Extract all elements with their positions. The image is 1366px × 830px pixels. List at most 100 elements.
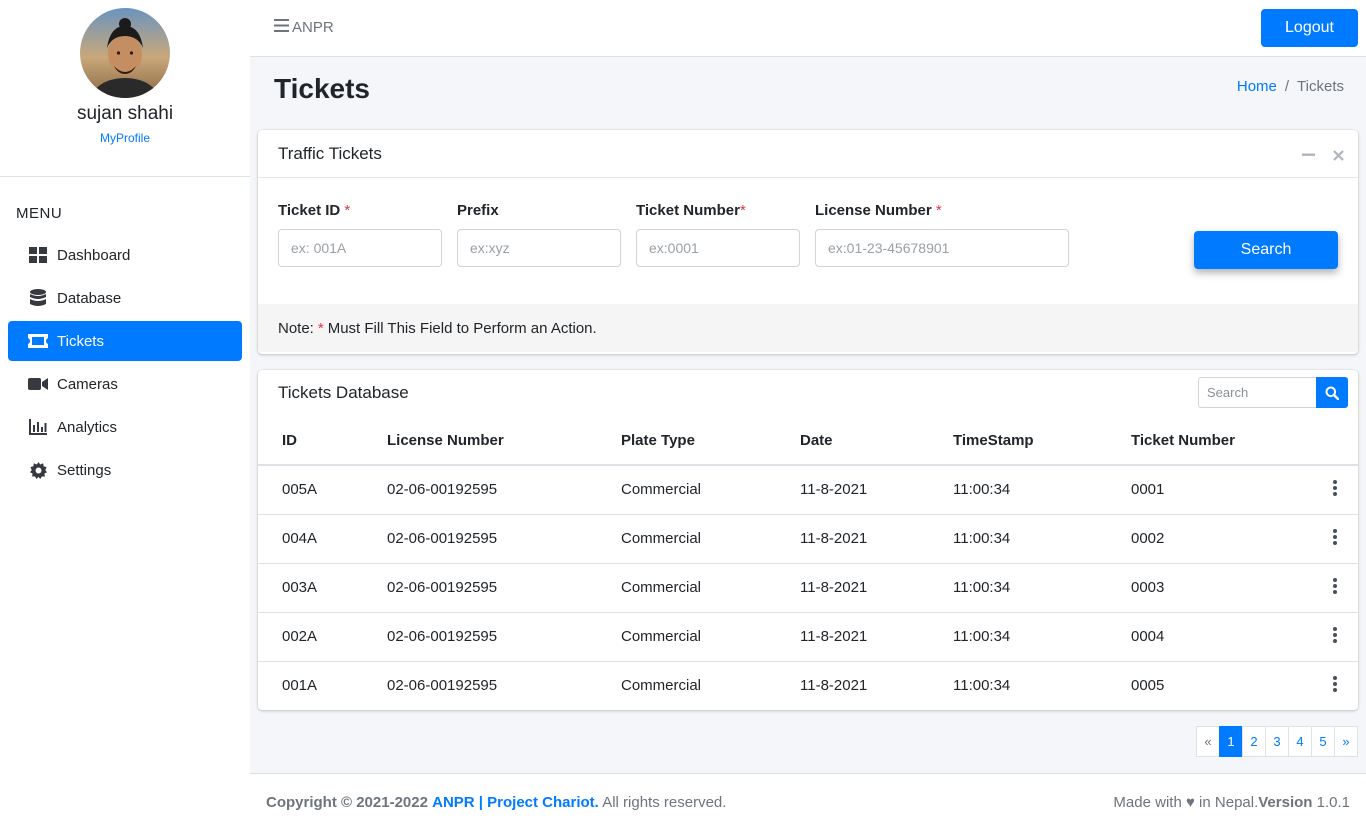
ticket-number-input[interactable] bbox=[636, 229, 800, 267]
rights-text: All rights reserved. bbox=[602, 794, 727, 811]
pagination-prev[interactable]: « bbox=[1196, 726, 1220, 757]
copyright-text: Copyright © 2021-2022 bbox=[266, 794, 428, 811]
cell-id: 005A bbox=[258, 465, 387, 515]
breadcrumb-home[interactable]: Home bbox=[1237, 78, 1277, 95]
license-number-label: License Number * bbox=[815, 202, 942, 219]
made-with-text: Made with bbox=[1113, 794, 1182, 811]
avatar[interactable] bbox=[80, 8, 170, 98]
cell-plate-type: Commercial bbox=[621, 612, 800, 662]
menu-label: MENU bbox=[16, 205, 63, 222]
pagination-page[interactable]: 3 bbox=[1265, 726, 1289, 757]
pagination-page[interactable]: 2 bbox=[1242, 726, 1266, 757]
close-icon bbox=[1333, 150, 1344, 161]
column-header[interactable]: ID bbox=[258, 416, 387, 466]
sidebar-item-cameras[interactable]: Cameras bbox=[8, 364, 242, 404]
row-actions-button[interactable] bbox=[1311, 514, 1358, 564]
dashboard-icon bbox=[28, 246, 48, 264]
table-row[interactable]: 001A 02-06-00192595 Commercial 11-8-2021… bbox=[258, 661, 1358, 710]
search-button[interactable]: Search bbox=[1194, 231, 1338, 269]
ticket-icon bbox=[28, 332, 48, 350]
sidebar-item-label: Database bbox=[57, 289, 122, 307]
ticket-number-label: Ticket Number* bbox=[636, 202, 746, 219]
sidebar-nav: Dashboard Database Tickets Cameras Analy… bbox=[0, 235, 250, 490]
sidebar-item-settings[interactable]: Settings bbox=[8, 450, 242, 490]
sidebar-item-database[interactable]: Database bbox=[8, 278, 242, 318]
sidebar-item-dashboard[interactable]: Dashboard bbox=[8, 235, 242, 275]
cell-timestamp: 11:00:34 bbox=[953, 514, 1131, 564]
table-search bbox=[1198, 377, 1348, 408]
pagination: « 1 2 3 4 5 » bbox=[1196, 726, 1358, 757]
remove-button[interactable] bbox=[1333, 146, 1344, 166]
brand-label: ANPR bbox=[292, 19, 334, 36]
more-vertical-icon bbox=[1332, 675, 1337, 692]
cell-date: 11-8-2021 bbox=[800, 677, 868, 695]
required-mark: * bbox=[317, 319, 324, 337]
table-search-button[interactable] bbox=[1316, 377, 1348, 408]
more-vertical-icon bbox=[1332, 479, 1337, 496]
card-header: Traffic Tickets bbox=[258, 130, 1358, 178]
sidebar-item-tickets[interactable]: Tickets bbox=[8, 321, 242, 361]
video-camera-icon bbox=[28, 375, 48, 393]
table-search-input[interactable] bbox=[1198, 377, 1316, 408]
sidebar-item-label: Settings bbox=[57, 461, 112, 479]
row-actions-button[interactable] bbox=[1311, 465, 1358, 515]
breadcrumb-separator: / bbox=[1284, 78, 1290, 95]
table-row[interactable]: 005A 02-06-00192595 Commercial 11-8-2021… bbox=[258, 465, 1358, 515]
row-actions-button[interactable] bbox=[1311, 563, 1358, 613]
row-actions-button[interactable] bbox=[1311, 612, 1358, 662]
breadcrumb-current: Tickets bbox=[1297, 78, 1344, 95]
my-profile-link[interactable]: MyProfile bbox=[100, 131, 150, 145]
cell-id: 004A bbox=[258, 514, 387, 564]
pagination-next[interactable]: » bbox=[1334, 726, 1358, 757]
sidebar-toggle[interactable]: ANPR bbox=[274, 19, 334, 36]
cell-id: 003A bbox=[258, 563, 387, 613]
table-row[interactable]: 003A 02-06-00192595 Commercial 11-8-2021… bbox=[258, 563, 1358, 613]
required-note: Note: * Must Fill This Field to Perform … bbox=[258, 304, 1358, 352]
heart-icon: ♥ bbox=[1185, 794, 1195, 811]
cell-timestamp: 11:00:34 bbox=[953, 563, 1131, 613]
row-actions-button[interactable] bbox=[1311, 661, 1358, 710]
table-row[interactable]: 004A 02-06-00192595 Commercial 11-8-2021… bbox=[258, 514, 1358, 564]
database-icon bbox=[28, 289, 48, 307]
ticket-search-form: Ticket ID * Prefix Ticket Number* Licens… bbox=[258, 178, 1358, 304]
sidebar-item-analytics[interactable]: Analytics bbox=[8, 407, 242, 447]
traffic-tickets-card: Traffic Tickets Ticket ID * Prefix Ticke… bbox=[258, 130, 1358, 354]
cell-timestamp: 11:00:34 bbox=[953, 612, 1131, 662]
sidebar-item-label: Dashboard bbox=[57, 246, 131, 264]
column-header[interactable]: Date bbox=[800, 416, 953, 466]
column-header[interactable]: License Number bbox=[387, 416, 621, 466]
sidebar-item-label: Analytics bbox=[57, 418, 118, 436]
cell-date: 11-8-2021 bbox=[800, 514, 953, 564]
user-panel: sujan shahi MyProfile bbox=[0, 0, 250, 177]
user-name: sujan shahi bbox=[76, 103, 174, 124]
cell-license-number: 02-06-00192595 bbox=[387, 514, 621, 564]
cell-plate-type: Commercial bbox=[621, 563, 800, 613]
cell-date: 11-8-2021 bbox=[800, 563, 953, 613]
logout-button[interactable]: Logout bbox=[1261, 9, 1358, 47]
cell-ticket-number: 0002 bbox=[1131, 514, 1311, 564]
more-vertical-icon bbox=[1332, 528, 1337, 545]
pagination-page[interactable]: 4 bbox=[1288, 726, 1312, 757]
footer-brand-link[interactable]: ANPR | Project Chariot. bbox=[432, 794, 599, 811]
prefix-input[interactable] bbox=[457, 229, 621, 267]
table-row[interactable]: 002A 02-06-00192595 Commercial 11-8-2021… bbox=[258, 612, 1358, 662]
sidebar-item-label: Tickets bbox=[57, 332, 104, 350]
cell-ticket-number: 0001 bbox=[1131, 465, 1311, 515]
license-number-input[interactable] bbox=[815, 229, 1069, 267]
more-vertical-icon bbox=[1332, 626, 1337, 643]
cell-date: 11-8-2021 bbox=[800, 465, 953, 515]
column-header[interactable]: TimeStamp bbox=[953, 416, 1131, 466]
cell-timestamp: 11:00:34 bbox=[953, 677, 1011, 695]
cell-date: 11-8-2021 bbox=[800, 612, 953, 662]
pagination-page[interactable]: 1 bbox=[1219, 726, 1243, 757]
ticket-id-input[interactable] bbox=[278, 229, 442, 267]
cell-ticket-number: 0003 bbox=[1131, 563, 1311, 613]
collapse-button[interactable] bbox=[1302, 146, 1315, 166]
footer-copyright: Copyright © 2021-2022 ANPR | Project Cha… bbox=[266, 794, 726, 811]
column-header[interactable]: Ticket Number bbox=[1131, 416, 1311, 466]
cell-plate-type: Commercial bbox=[621, 677, 702, 695]
column-header[interactable]: Plate Type bbox=[621, 416, 800, 466]
cell-ticket-number: 0005 bbox=[1131, 677, 1165, 695]
pagination-page[interactable]: 5 bbox=[1311, 726, 1335, 757]
actions-column-header bbox=[1311, 416, 1358, 466]
